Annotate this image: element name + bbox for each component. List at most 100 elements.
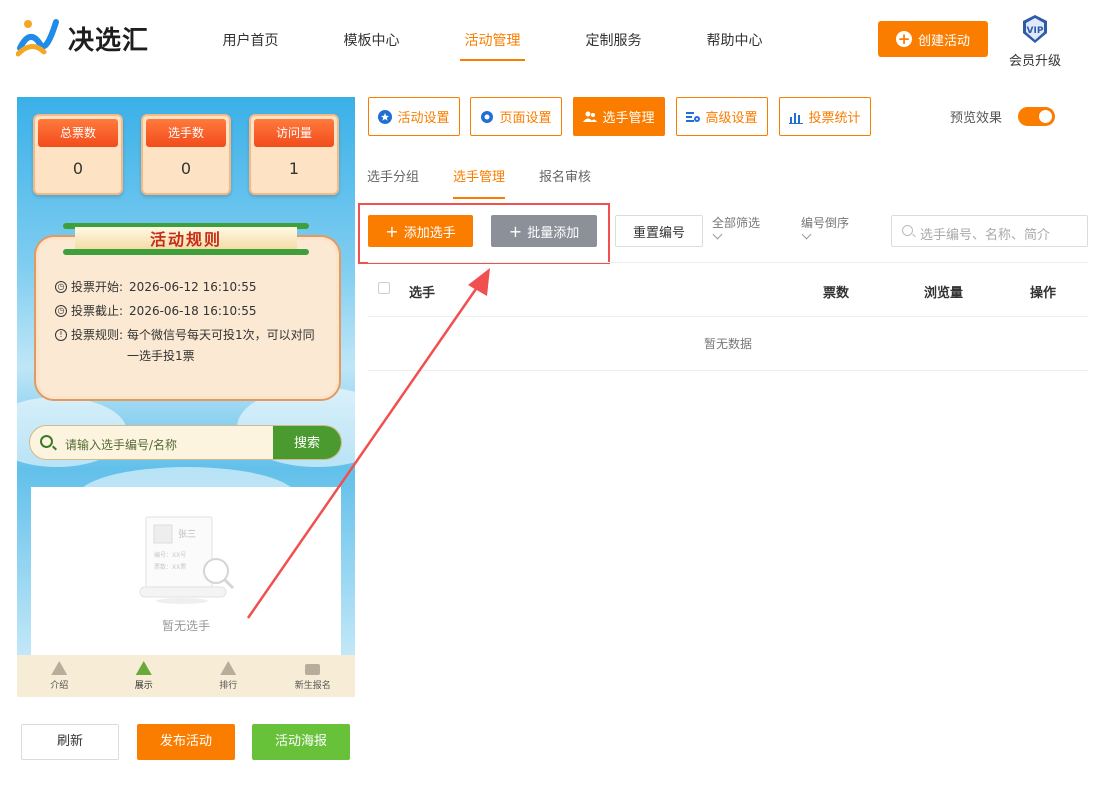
- mobile-preview: 总票数 0 选手数 0 访问量 1 活动规则 ◷ 投票开始: 2026-06-1…: [17, 97, 355, 697]
- reset-numbers-button[interactable]: 重置编号: [615, 215, 703, 247]
- scroll-rod: [63, 249, 309, 255]
- preview-search-input[interactable]: 请输入选手编号/名称: [65, 436, 177, 453]
- toolbar-label: 选手管理: [602, 111, 655, 126]
- preview-toggle-switch[interactable]: [1018, 107, 1055, 126]
- stat-label: 访问量: [254, 119, 334, 147]
- clock-icon: ◷: [55, 281, 67, 293]
- tab-page-settings[interactable]: 页面设置: [470, 97, 562, 136]
- create-activity-label: 创建活动: [917, 33, 970, 49]
- contestant-list-empty: 张三 编号：XX号 票数：XX票 暂无选手: [31, 487, 341, 657]
- rule-key: 投票规则:: [71, 328, 124, 342]
- search-icon: [40, 435, 53, 448]
- activity-poster-button[interactable]: 活动海报: [252, 724, 350, 760]
- mountain-icon: [220, 661, 237, 675]
- clock-icon: ◷: [55, 305, 67, 317]
- stat-label: 选手数: [146, 119, 226, 147]
- rule-vote-limit: ! 投票规则: 每个微信号每天可投1次，可以对同一选手投1票: [55, 326, 315, 367]
- chevron-down-icon: [712, 229, 723, 240]
- create-activity-button[interactable]: + 创建活动: [878, 21, 988, 57]
- filter-dropdown[interactable]: 全部筛选: [712, 216, 761, 240]
- sort-dropdown[interactable]: 编号倒序: [801, 216, 849, 240]
- mountain-icon: [135, 661, 152, 675]
- column-contestant: 选手: [409, 286, 436, 301]
- tab-label: 排行: [219, 681, 238, 691]
- preview-toggle-label: 预览效果: [950, 111, 1003, 126]
- toolbar-label: 页面设置: [499, 111, 552, 126]
- nav-help[interactable]: 帮助中心: [674, 30, 795, 60]
- vip-badge-text: VIP: [1027, 26, 1044, 36]
- tab-label: 新生报名: [294, 681, 331, 691]
- column-actions: 操作: [1030, 286, 1057, 301]
- preview-search-button[interactable]: 搜索: [273, 426, 341, 459]
- preview-tab-showcase[interactable]: 展示: [102, 655, 187, 697]
- rule-key: 投票截止:: [71, 304, 124, 318]
- rule-value: 2026-06-12 16:10:55: [129, 280, 257, 294]
- column-votes: 票数: [823, 286, 850, 301]
- column-views: 浏览量: [924, 286, 964, 301]
- nav-custom-service[interactable]: 定制服务: [553, 30, 674, 60]
- filter-label: 全部筛选: [712, 216, 761, 230]
- main-nav: 用户首页 模板中心 活动管理 定制服务 帮助中心: [190, 30, 795, 61]
- subtab-signup-review[interactable]: 报名审核: [539, 166, 591, 199]
- advanced-settings-icon: [686, 111, 701, 122]
- toolbar-label: 高级设置: [705, 111, 758, 126]
- empty-card-line: 票数：XX票: [154, 563, 186, 571]
- preview-tabbar: 介绍 展示 排行 新生报名: [17, 655, 355, 697]
- chevron-down-icon: [801, 229, 812, 240]
- stat-label: 总票数: [38, 119, 118, 147]
- nav-activity-management[interactable]: 活动管理: [432, 30, 553, 61]
- empty-card-line: 编号：XX号: [154, 551, 186, 559]
- stat-total-votes: 总票数 0: [33, 114, 123, 195]
- preview-tab-intro[interactable]: 介绍: [17, 655, 102, 697]
- rules-title-scroll: 活动规则: [63, 219, 309, 259]
- empty-contestants-text: 暂无选手: [161, 619, 210, 633]
- info-icon: !: [55, 329, 67, 341]
- logo-text: 决选汇: [68, 25, 150, 56]
- vip-upgrade[interactable]: VIP 会员升级: [1004, 14, 1066, 69]
- rule-value: 每个微信号每天可投1次，可以对同一选手投1票: [127, 328, 315, 363]
- rule-start-time: ◷ 投票开始: 2026-06-12 16:10:55: [55, 278, 335, 296]
- stat-value: 1: [288, 159, 300, 178]
- contestant-search-input[interactable]: 选手编号、名称、简介: [920, 224, 1050, 243]
- rule-end-time: ◷ 投票截止: 2026-06-18 16:10:55: [55, 302, 335, 320]
- empty-document-icon: 张三 编号：XX号 票数：XX票: [139, 516, 235, 604]
- tab-contestant-management[interactable]: 选手管理: [573, 97, 665, 136]
- logo-mark-icon: [16, 19, 59, 57]
- vip-label: 会员升级: [1008, 54, 1061, 69]
- subtab-contestants[interactable]: 选手管理: [453, 166, 506, 199]
- preview-tab-ranking[interactable]: 排行: [186, 655, 271, 697]
- stat-value: 0: [180, 159, 192, 178]
- stat-visits: 访问量 1: [249, 114, 339, 195]
- toolbar-label: 活动设置: [397, 111, 450, 126]
- contestant-table: 选手 票数 浏览量 操作 暂无数据: [368, 262, 1088, 371]
- users-icon: [583, 111, 598, 122]
- contestant-search[interactable]: 选手编号、名称、简介: [891, 215, 1088, 247]
- mountain-icon: [51, 661, 68, 675]
- tab-activity-settings[interactable]: 活动设置: [368, 97, 460, 136]
- plus-circle-icon: +: [895, 30, 912, 48]
- stat-value: 0: [72, 159, 84, 178]
- publish-activity-button[interactable]: 发布活动: [137, 724, 235, 760]
- gear-icon: [481, 110, 494, 123]
- bar-chart-icon: [789, 112, 804, 124]
- select-all-checkbox[interactable]: [378, 282, 390, 294]
- preview-tab-signup[interactable]: 新生报名: [271, 655, 356, 697]
- refresh-button[interactable]: 刷新: [21, 724, 119, 760]
- rule-key: 投票开始:: [71, 280, 124, 294]
- tab-label: 展示: [134, 681, 153, 691]
- table-header: 选手 票数 浏览量 操作: [368, 262, 1088, 317]
- preview-search-bar: 请输入选手编号/名称 搜索: [29, 425, 342, 460]
- table-empty-text: 暂无数据: [368, 317, 1088, 371]
- empty-card-name: 张三: [178, 529, 196, 540]
- nav-home[interactable]: 用户首页: [190, 30, 311, 60]
- subtab-groups[interactable]: 选手分组: [367, 166, 419, 199]
- star-icon: [378, 109, 393, 124]
- tab-advanced-settings[interactable]: 高级设置: [676, 97, 768, 136]
- logo[interactable]: 决选汇: [16, 18, 149, 58]
- rule-value: 2026-06-18 16:10:55: [129, 304, 257, 318]
- tab-vote-statistics[interactable]: 投票统计: [779, 97, 871, 136]
- vip-badge-icon: VIP: [1023, 15, 1047, 43]
- tab-label: 介绍: [50, 681, 69, 691]
- nav-templates[interactable]: 模板中心: [311, 30, 432, 60]
- sub-tabs: 选手分组 选手管理 报名审核: [367, 166, 625, 199]
